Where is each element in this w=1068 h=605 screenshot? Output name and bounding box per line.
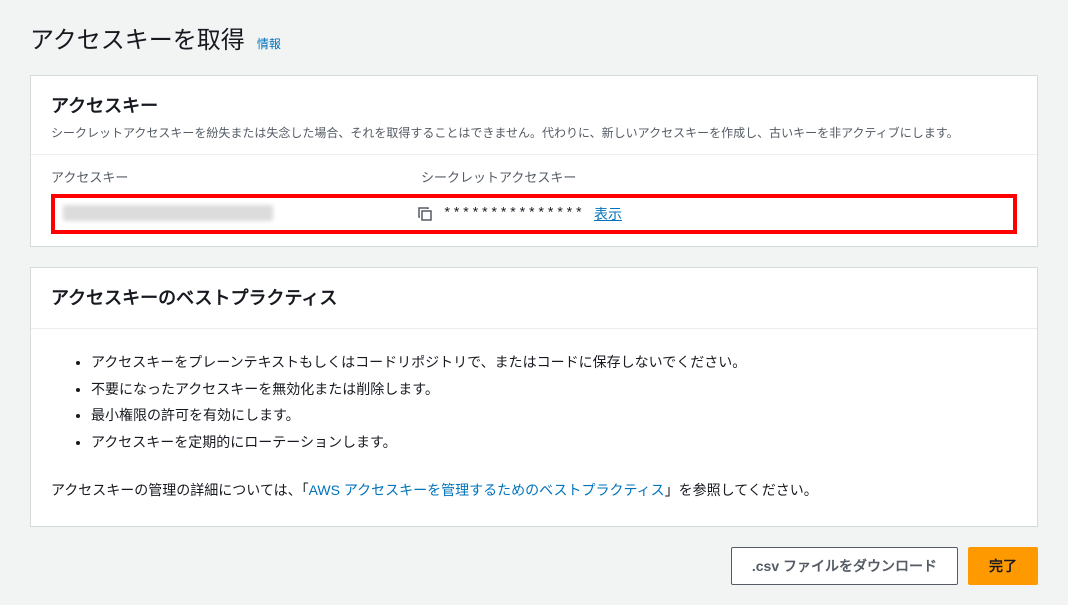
list-item: 不要になったアクセスキーを無効化または削除します。 [91,376,1017,403]
secret-key-value-cell: *************** 表示 [417,204,622,224]
best-practices-title: アクセスキーのベストプラクティス [51,284,1017,310]
info-link[interactable]: 情報 [257,35,281,52]
list-item: アクセスキーをプレーンテキストもしくはコードリポジトリで、またはコードに保存しな… [91,349,1017,376]
footer-actions: .csv ファイルをダウンロード 完了 [30,547,1038,585]
footer-text-pre: アクセスキーの管理の詳細については、「 [51,482,309,498]
best-practices-doc-link[interactable]: AWS アクセスキーを管理するためのベストプラクティス [309,482,665,498]
best-practices-list: アクセスキーをプレーンテキストもしくはコードリポジトリで、またはコードに保存しな… [51,349,1017,455]
table-headers: アクセスキー シークレットアクセスキー [51,155,1017,194]
best-practices-footer: アクセスキーの管理の詳細については、「AWS アクセスキーを管理するためのベスト… [51,479,1017,501]
best-practices-header: アクセスキーのベストプラクティス [31,268,1037,328]
column-header-access-key: アクセスキー [51,167,421,186]
access-key-value-cell [55,205,417,224]
page-header: アクセスキーを取得 情報 [30,20,1038,55]
column-header-secret-key: シークレットアクセスキー [421,167,1017,186]
best-practices-panel: アクセスキーのベストプラクティス アクセスキーをプレーンテキストもしくはコードリ… [30,267,1038,527]
access-key-value-blurred [63,205,273,221]
access-key-panel-header: アクセスキー シークレットアクセスキーを紛失または失念した場合、それを取得するこ… [31,76,1037,154]
access-key-panel-description: シークレットアクセスキーを紛失または失念した場合、それを取得することはできません… [51,124,1017,142]
done-button[interactable]: 完了 [968,547,1038,585]
footer-text-post: 」を参照してください。 [665,482,818,498]
list-item: 最小権限の許可を有効にします。 [91,402,1017,429]
highlighted-key-row: *************** 表示 [51,194,1017,234]
list-item: アクセスキーを定期的にローテーションします。 [91,429,1017,456]
access-key-panel: アクセスキー シークレットアクセスキーを紛失または失念した場合、それを取得するこ… [30,75,1038,247]
access-key-table: アクセスキー シークレットアクセスキー *************** 表示 [31,155,1037,234]
copy-icon[interactable] [417,206,433,222]
best-practices-body: アクセスキーをプレーンテキストもしくはコードリポジトリで、またはコードに保存しな… [31,329,1037,526]
download-csv-button[interactable]: .csv ファイルをダウンロード [731,547,958,585]
secret-key-masked: *************** [443,206,584,222]
show-secret-link[interactable]: 表示 [594,204,622,224]
page-title: アクセスキーを取得 [30,20,245,55]
access-key-panel-title: アクセスキー [51,92,1017,118]
